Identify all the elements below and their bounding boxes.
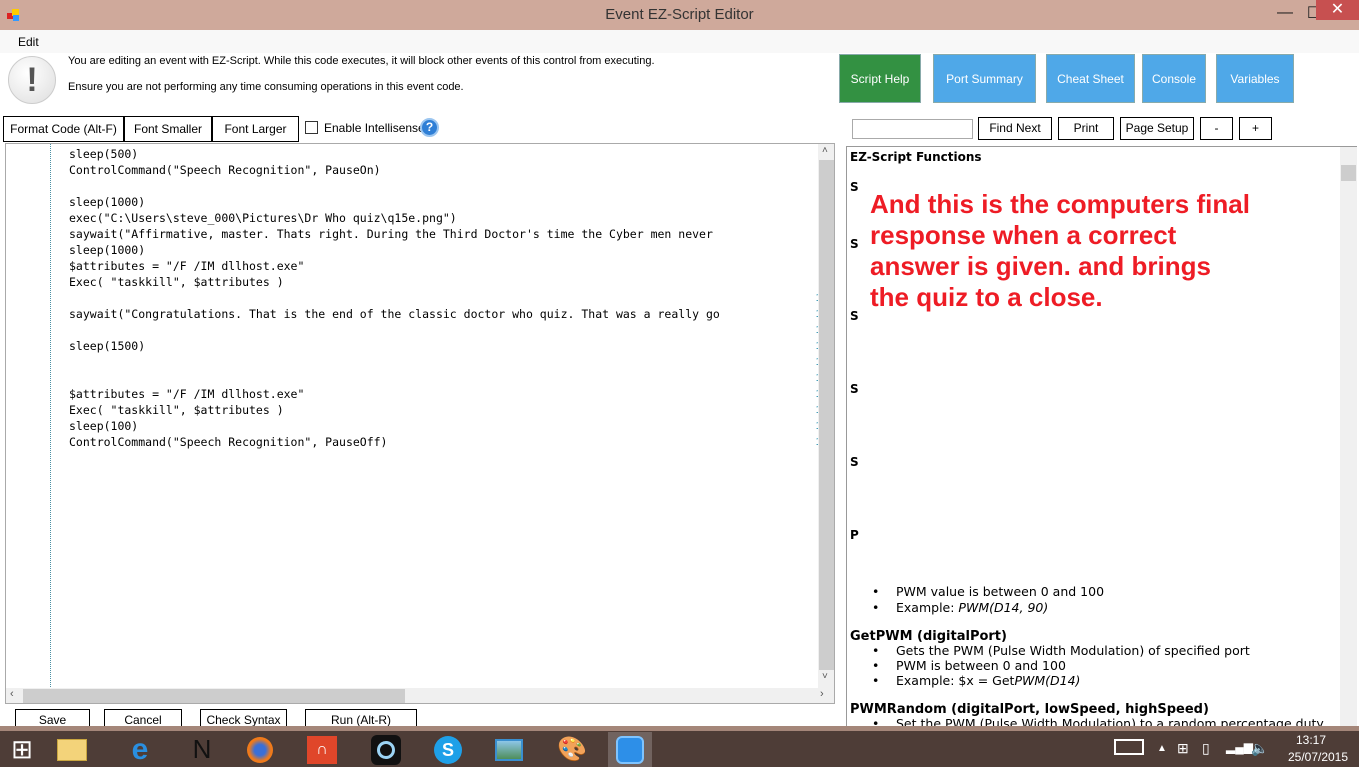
code-line[interactable]: ControlCommand("Speech Recognition", Pau…: [69, 163, 381, 177]
volume-icon[interactable]: 🔈: [1251, 740, 1268, 757]
help-bullet: Gets the PWM (Pulse Width Modulation) of…: [896, 643, 1250, 658]
vertical-scroll-thumb[interactable]: [819, 160, 834, 670]
menu-edit[interactable]: Edit: [18, 35, 39, 49]
tab-cheat-sheet[interactable]: Cheat Sheet: [1046, 54, 1135, 103]
scroll-right-icon[interactable]: ›: [820, 688, 824, 700]
help-section-letter: S: [850, 180, 859, 194]
help-scrollbar[interactable]: [1340, 147, 1357, 727]
help-code: PWM(D14): [1014, 673, 1081, 688]
tab-port-summary[interactable]: Port Summary: [933, 54, 1036, 103]
scroll-left-icon[interactable]: ‹: [10, 688, 14, 700]
close-button[interactable]: ✕: [1316, 0, 1359, 20]
code-line[interactable]: Exec( "taskkill", $attributes ): [69, 275, 284, 289]
exclamation-icon: !: [8, 56, 56, 104]
tab-script-help[interactable]: Script Help: [839, 54, 921, 103]
clock-date[interactable]: 25/07/2015: [1283, 750, 1353, 764]
annotation-overlay: And this is the computers final response…: [870, 189, 1250, 313]
window-title: Event EZ-Script Editor: [605, 6, 754, 23]
font-smaller-button[interactable]: Font Smaller: [124, 116, 212, 142]
battery-icon[interactable]: ▯: [1202, 740, 1210, 757]
print-button[interactable]: Print: [1058, 117, 1114, 140]
help-section-letter: S: [850, 309, 859, 323]
getpwm-title: GetPWM (digitalPort): [850, 629, 1007, 644]
code-line[interactable]: sleep(1500): [69, 339, 145, 353]
pwmrandom-title: PWMRandom (digitalPort, lowSpeed, highSp…: [850, 702, 1209, 717]
horizontal-scroll-thumb[interactable]: [23, 689, 405, 703]
help-bullet: PWM value is between 0 and 100: [896, 584, 1105, 599]
annotation-line: the quiz to a close.: [870, 282, 1103, 312]
font-larger-button[interactable]: Font Larger: [212, 116, 299, 142]
code-line[interactable]: $attributes = "/F /IM dllhost.exe": [69, 387, 304, 401]
zoom-out-button[interactable]: -: [1200, 117, 1233, 140]
show-hidden-icons[interactable]: ▲: [1157, 743, 1167, 754]
code-line[interactable]: Exec( "taskkill", $attributes ): [69, 403, 284, 417]
help-heading: EZ-Script Functions: [850, 150, 982, 164]
code-line[interactable]: sleep(100): [69, 419, 138, 433]
annotation-line: response when a correct: [870, 220, 1177, 250]
menu-bar: [0, 30, 1359, 53]
code-line[interactable]: sleep(1000): [69, 243, 145, 257]
camera-lens-icon[interactable]: [364, 732, 408, 767]
clock-time[interactable]: 13:17: [1286, 733, 1336, 747]
find-next-button[interactable]: Find Next: [978, 117, 1052, 140]
annotation-line: And this is the computers final: [870, 189, 1250, 219]
code-line[interactable]: exec("C:\Users\steve_000\Pictures\Dr Who…: [69, 211, 457, 225]
tab-variables[interactable]: Variables: [1216, 54, 1294, 103]
zoom-in-button[interactable]: +: [1239, 117, 1272, 140]
help-scroll-thumb[interactable]: [1341, 165, 1356, 181]
intellisense-checkbox[interactable]: [305, 121, 318, 134]
help-section-letter: S: [850, 455, 859, 469]
help-bullet: PWM is between 0 and 100: [896, 658, 1066, 673]
start-icon[interactable]: ⊞: [0, 732, 44, 767]
robot-app-icon[interactable]: [608, 732, 652, 767]
search-input[interactable]: [852, 119, 973, 139]
info-line-2: Ensure you are not performing any time c…: [68, 81, 464, 93]
info-line-1: You are editing an event with EZ-Script.…: [68, 55, 655, 67]
headphones-icon[interactable]: ∩: [300, 732, 344, 767]
scroll-up-icon[interactable]: ˄: [822, 145, 828, 156]
code-line[interactable]: ControlCommand("Speech Recognition", Pau…: [69, 435, 388, 449]
format-code-button[interactable]: Format Code (Alt-F): [3, 116, 124, 142]
minimize-button[interactable]: —: [1270, 4, 1300, 25]
help-section-letter: P: [850, 528, 859, 542]
photo-viewer-icon[interactable]: [487, 732, 531, 767]
intellisense-label: Enable Intellisense: [324, 121, 425, 135]
code-line[interactable]: $attributes = "/F /IM dllhost.exe": [69, 259, 304, 273]
help-code: PWM(D14, 90): [958, 600, 1049, 615]
keyboard-icon[interactable]: [1114, 739, 1144, 755]
help-section-letter: S: [850, 382, 859, 396]
n-app-icon[interactable]: N: [180, 732, 224, 767]
paint-icon[interactable]: 🎨: [550, 732, 594, 767]
action-center-flag-icon[interactable]: ⊞: [1177, 740, 1189, 757]
tab-console[interactable]: Console: [1142, 54, 1206, 103]
skype-icon[interactable]: S: [426, 732, 470, 767]
file-explorer-icon[interactable]: [50, 732, 94, 767]
firefox-icon[interactable]: [238, 732, 282, 767]
internet-explorer-icon[interactable]: e: [118, 732, 162, 767]
code-line[interactable]: sleep(1000): [69, 195, 145, 209]
help-section-letter: S: [850, 237, 859, 251]
code-line[interactable]: saywait("Congratulations. That is the en…: [69, 307, 720, 321]
page-setup-button[interactable]: Page Setup: [1120, 117, 1194, 140]
help-icon[interactable]: ?: [420, 118, 439, 137]
help-bullet: Example: $x = Get: [896, 673, 1015, 688]
help-bullet: Example:: [896, 600, 959, 615]
code-line[interactable]: sleep(500): [69, 147, 138, 161]
line-number-gutter: [6, 144, 51, 689]
signal-icon[interactable]: ▂▄▆: [1226, 740, 1253, 754]
code-editor[interactable]: 1sleep(500)2ControlCommand("Speech Recog…: [5, 143, 835, 704]
annotation-line: answer is given. and brings: [870, 251, 1211, 281]
code-line[interactable]: saywait("Affirmative, master. Thats righ…: [69, 227, 713, 241]
scroll-down-icon[interactable]: ˅: [822, 671, 828, 682]
